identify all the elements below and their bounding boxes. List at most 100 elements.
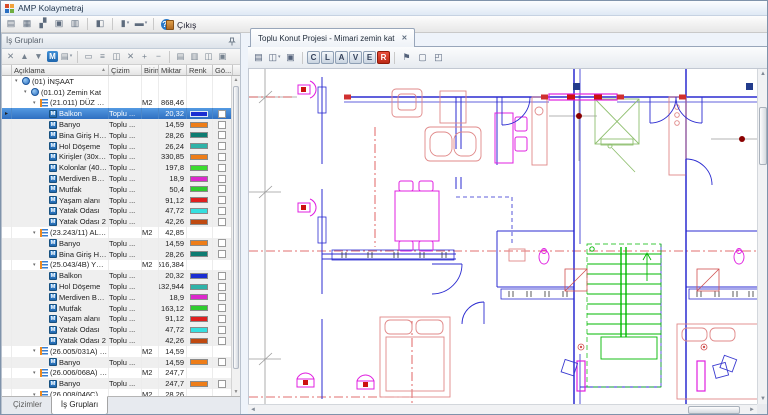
document-tab[interactable]: Toplu Konut Projesi - Mimari zemin kat ✕ (250, 28, 415, 47)
table-row[interactable]: ▾ (26.006/068A) 20... M2 247,7 (2, 368, 233, 379)
table-row[interactable]: ▾ M Hol Döşeme Toplu ... 132,944 (2, 281, 233, 292)
scroll-thumb[interactable] (233, 86, 239, 369)
table-row[interactable]: ▾ M Banyo Toplu ... 14,59 (2, 119, 233, 130)
table-row[interactable]: ▾ M Merdiven Boşluğu Toplu ... 18,9 (2, 173, 233, 184)
show-checkbox[interactable] (218, 293, 226, 301)
table-row[interactable]: ▾ M Merdiven Boşluğu Toplu ... 18,9 (2, 292, 233, 303)
expander-icon[interactable]: ▾ (33, 230, 40, 236)
scroll-down-icon[interactable]: ▼ (758, 394, 768, 404)
show-checkbox[interactable] (218, 110, 226, 118)
show-checkbox[interactable] (218, 272, 226, 280)
show-checkbox[interactable] (218, 326, 226, 334)
expander-icon[interactable]: ▾ (33, 100, 40, 106)
layer-a-button[interactable]: A (335, 51, 348, 64)
show-checkbox[interactable] (218, 142, 226, 150)
floorplan-canvas[interactable] (248, 69, 757, 404)
show-checkbox[interactable] (218, 239, 226, 247)
vertical-scrollbar[interactable]: ▲ ▼ (757, 69, 768, 404)
table-row[interactable]: ▾ M Hol Döşeme Toplu ... 26,24 (2, 141, 233, 152)
delete-icon[interactable]: ✕ (4, 50, 17, 63)
scroll-down-icon[interactable]: ▼ (232, 388, 240, 396)
paste-icon[interactable]: ▣ (283, 50, 298, 65)
show-checkbox[interactable] (218, 185, 226, 193)
expander-icon[interactable]: ▾ (33, 348, 40, 354)
project-icon[interactable]: ▣ (52, 17, 66, 31)
show-checkbox[interactable] (218, 358, 226, 366)
table-row[interactable]: ▾ M Kolonlar (40X60) Toplu ... 197,8 (2, 162, 233, 173)
add-page-icon[interactable]: ▤ (60, 50, 73, 63)
show-checkbox[interactable] (218, 164, 226, 172)
show-checkbox[interactable] (218, 207, 226, 215)
panel-tab[interactable]: İş Grupları (51, 396, 108, 415)
expand-icon[interactable]: ▞ (36, 17, 50, 31)
pick-area-icon[interactable]: ◰ (431, 50, 446, 65)
scroll-thumb[interactable] (759, 107, 767, 165)
show-checkbox[interactable] (218, 218, 226, 226)
scroll-thumb[interactable] (688, 406, 740, 414)
scroll-left-icon[interactable]: ◄ (248, 405, 258, 415)
frame-icon[interactable]: ▭ (82, 50, 95, 63)
scroll-right-icon[interactable]: ► (747, 405, 757, 415)
expander-icon[interactable]: ▾ (33, 370, 40, 376)
panel-tab[interactable]: Çizimler (4, 398, 51, 415)
table-row[interactable]: ▾ M Balkon Toplu ... 20,32 (2, 270, 233, 281)
show-checkbox[interactable] (218, 250, 226, 258)
table-row[interactable]: ▾ M Yatak Odası 2 Toplu ... 42,26 (2, 216, 233, 227)
layer-e-button[interactable]: E (363, 51, 376, 64)
table-row[interactable]: ▾ M Mutfak Toplu ... 50,4 (2, 184, 233, 195)
print-icon[interactable]: ▤ (174, 50, 187, 63)
subtract-icon[interactable]: − (152, 50, 165, 63)
table-row[interactable]: ▾ M Banyo Toplu ... 247,7 (2, 378, 233, 389)
column-header-aciklama[interactable]: Açıklama▲ (12, 65, 109, 75)
table-row[interactable]: ▾ M Yatak Odası Toplu ... 47,72 (2, 324, 233, 335)
table-row[interactable]: ▾ (26.008/046C) 40... M2 28,26 (2, 389, 233, 396)
edit-report-icon[interactable]: ▦ (20, 17, 34, 31)
title-bar[interactable]: AMP Kolaymetraj (1, 1, 768, 16)
column-header-miktar[interactable]: Miktar (159, 65, 187, 75)
show-checkbox[interactable] (218, 304, 226, 312)
show-checkbox[interactable] (218, 121, 226, 129)
expander-icon[interactable]: ▾ (24, 89, 31, 95)
expander-icon[interactable]: ▾ (15, 78, 22, 84)
column-header-renk[interactable]: Renk (187, 65, 213, 75)
print-icon[interactable]: ▤ (251, 50, 266, 65)
show-checkbox[interactable] (218, 283, 226, 291)
expand-tree-icon[interactable]: ▼ (32, 50, 45, 63)
paste-icon[interactable]: ▣ (216, 50, 229, 63)
table-row[interactable]: ▾ M Bina Giriş Holü Toplu ... 28,26 (2, 130, 233, 141)
add-icon[interactable]: + (138, 50, 151, 63)
show-checkbox[interactable] (218, 315, 226, 323)
column-header-goster[interactable]: Gö... (213, 65, 233, 75)
show-checkbox[interactable] (218, 337, 226, 345)
table-row[interactable]: ▸ ▾ M Balkon Toplu ... 20,32 (2, 108, 233, 119)
table-row[interactable]: ▾ M Yaşam alanı Toplu ... 91,12 (2, 195, 233, 206)
horizontal-scrollbar[interactable]: ◄ ► (248, 404, 757, 415)
table-row[interactable]: ▾ M Banyo Toplu ... 14,59 (2, 357, 233, 368)
close-icon[interactable]: ✕ (402, 34, 408, 42)
show-checkbox[interactable] (218, 153, 226, 161)
pin-icon[interactable] (228, 37, 236, 46)
skin-select-icon[interactable]: ▮ (118, 17, 132, 31)
table-row[interactable]: ▾ (25.043/4B) YENİ ... M2 516,384 (2, 260, 233, 271)
zoom-window-icon[interactable] (447, 50, 462, 65)
scroll-up-icon[interactable]: ▲ (232, 76, 240, 84)
layer-r-button[interactable]: R (377, 51, 390, 64)
exit-button[interactable]: Çıkış (161, 17, 201, 32)
table-row[interactable]: ▾ M Banyo Toplu ... 14,59 (2, 238, 233, 249)
table-row[interactable]: ▾ M Mutfak Toplu ... 163,12 (2, 303, 233, 314)
collapse-tree-icon[interactable]: ▲ (18, 50, 31, 63)
table-row[interactable]: ▾ M Yaşam alanı Toplu ... 91,12 (2, 314, 233, 325)
expander-icon[interactable]: ▾ (33, 262, 40, 268)
duplicate-icon[interactable]: ◫ (110, 50, 123, 63)
layer-l-button[interactable]: L (321, 51, 334, 64)
table-row[interactable]: ▾ (01) İNŞAAT (2, 76, 233, 87)
show-checkbox[interactable] (218, 196, 226, 204)
table-row[interactable]: ▾ M Yatak Odası 2 Toplu ... 42,26 (2, 335, 233, 346)
window-icon[interactable]: ◧ (93, 17, 107, 31)
select-region-icon[interactable]: ▢ (415, 50, 430, 65)
scroll-up-icon[interactable]: ▲ (758, 69, 768, 79)
table-row[interactable]: ▾ (21.011) DÜZ YÜZ... M2 868,46 (2, 98, 233, 109)
table-row[interactable]: ▾ M Bina Giriş Holü Toplu ... 28,26 (2, 249, 233, 260)
copy-icon[interactable]: ◫ (267, 50, 282, 65)
layer-c-button[interactable]: C (307, 51, 320, 64)
